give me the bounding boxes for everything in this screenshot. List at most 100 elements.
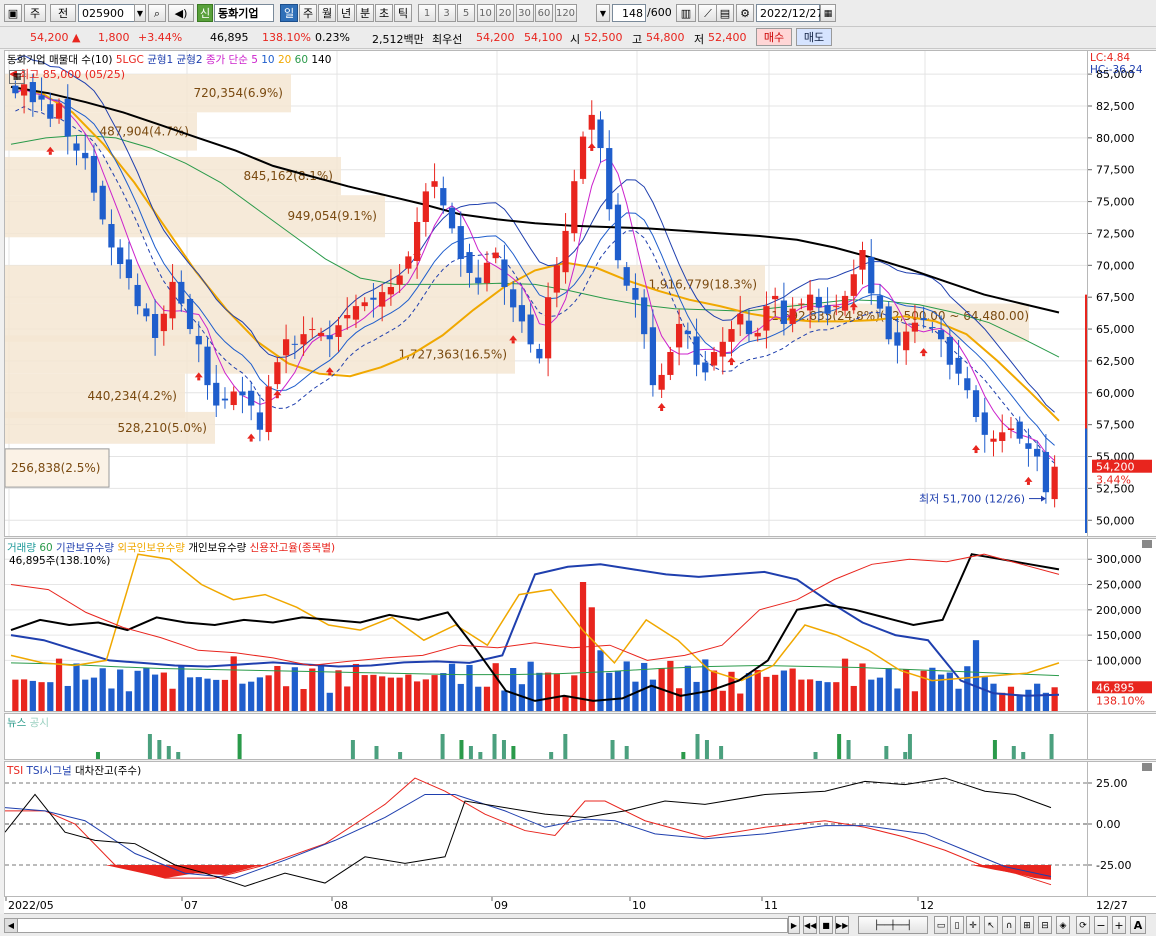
grid-icon[interactable]: ⊞ xyxy=(1020,916,1034,934)
stop-icon[interactable]: ■ xyxy=(819,916,833,934)
candle-body xyxy=(789,308,796,324)
fast-forward-icon[interactable]: ▶▶ xyxy=(835,916,849,934)
bar-count-input[interactable]: 148 xyxy=(612,4,646,22)
rewind-icon[interactable]: ◀◀ xyxy=(803,916,817,934)
candle-body xyxy=(195,335,202,345)
volume-sub-label: 46,895주(138.10%) xyxy=(9,555,111,567)
search-icon[interactable]: ⌕ xyxy=(148,4,166,22)
color-icon[interactable]: ◈ xyxy=(1056,916,1070,934)
period-tab[interactable]: 년 xyxy=(337,4,355,22)
zoom-in-icon[interactable]: + xyxy=(1112,916,1126,934)
range-dropdown-icon[interactable]: ▼ xyxy=(596,4,610,22)
buy-signal-arrow xyxy=(972,445,981,451)
save-icon[interactable]: ▤ xyxy=(716,4,734,22)
range-button[interactable]: 30 xyxy=(515,4,534,22)
font-size-icon[interactable]: A xyxy=(1130,916,1146,934)
scroll-left-arrow-icon[interactable]: ◀ xyxy=(5,919,18,932)
trendline-icon[interactable]: ⟋ xyxy=(698,4,718,22)
volume-bar xyxy=(684,665,691,711)
candle-body xyxy=(571,181,578,234)
code-dropdown-icon[interactable]: ▼ xyxy=(134,4,146,22)
volume-tag-label: 46,895 xyxy=(1096,681,1135,694)
news-marker xyxy=(350,740,355,759)
refresh-icon[interactable]: ⟳ xyxy=(1076,916,1090,934)
range-button[interactable]: 20 xyxy=(496,4,514,22)
sell-button[interactable]: 매도 xyxy=(796,28,832,46)
layout-icon[interactable]: ▭ xyxy=(934,916,948,934)
price-panel-legend-item[interactable]: 동화기업 매물대 수(10) xyxy=(7,54,116,66)
table-toggle-icon[interactable]: ▦ xyxy=(9,70,25,84)
price-tick-label: 57,500 xyxy=(1096,419,1135,432)
company-name: 동화기업 xyxy=(214,4,274,22)
speaker-icon[interactable]: ◀) xyxy=(168,4,194,22)
link-icon[interactable]: ⊟ xyxy=(1038,916,1052,934)
candle-body xyxy=(544,297,552,359)
candle-body xyxy=(239,391,246,396)
range-button[interactable]: 1 xyxy=(418,4,436,22)
price-panel-legend-item[interactable]: 균형2 xyxy=(177,54,206,66)
period-tab[interactable]: 틱 xyxy=(394,4,412,22)
period-tab[interactable]: 주 xyxy=(299,4,317,22)
candle-type-icon[interactable]: ▥ xyxy=(676,4,696,22)
period-tab[interactable]: 일 xyxy=(280,4,298,22)
price-panel-legend-item[interactable]: 60 xyxy=(295,54,312,66)
window-menu-icon[interactable]: ▣ xyxy=(4,4,22,22)
volume-profile-label: 440,234(4.2%) xyxy=(88,389,177,403)
calendar-icon[interactable]: ▦ xyxy=(820,4,836,22)
candle-body xyxy=(204,346,211,386)
gear-icon[interactable]: ⚙ xyxy=(736,4,754,22)
market-kind-select[interactable]: 주 xyxy=(24,4,46,22)
period-tab[interactable]: 초 xyxy=(375,4,393,22)
candle-body xyxy=(64,98,71,137)
tsi-panel-legend-item[interactable]: TSI시그널 xyxy=(27,765,76,777)
date-input[interactable]: 2022/12/27 xyxy=(756,4,823,22)
candle-body xyxy=(457,226,464,259)
range-button[interactable]: 3 xyxy=(437,4,456,22)
split-view-icon[interactable]: ▯ xyxy=(950,916,964,934)
quote-bar: 54,200 ▲ 1,800 +3.44% 46,895 138.10% 0.2… xyxy=(0,27,1156,49)
volume-panel-legend-item[interactable]: 신용잔고율(종목별) xyxy=(250,542,335,554)
range-button[interactable]: 60 xyxy=(535,4,553,22)
volume-bar xyxy=(903,669,910,711)
cursor-icon[interactable]: ↖ xyxy=(984,916,998,934)
price-panel-legend-item[interactable]: 10 xyxy=(261,54,278,66)
panel-settings-icon[interactable] xyxy=(1142,763,1152,771)
volume-profile-label: 528,210(5.0%) xyxy=(118,421,207,435)
price-panel-legend-item[interactable]: 종가 단순 5 xyxy=(206,54,261,66)
range-button[interactable]: 120 xyxy=(554,4,577,22)
volume-bar xyxy=(344,686,351,711)
price-panel: 720,354(6.9%) 487,904(4.7%) 845,162(8.1%) 9… xyxy=(4,50,1088,537)
price-tick-label: 60,000 xyxy=(1096,387,1135,400)
period-tab[interactable]: 월 xyxy=(318,4,336,22)
zoom-out-icon[interactable]: − xyxy=(1094,916,1108,934)
range-button[interactable]: 5 xyxy=(457,4,475,22)
prev-stock-button[interactable]: 전 xyxy=(50,4,76,22)
buy-button[interactable]: 매수 xyxy=(756,28,792,46)
price-chart: 720,354(6.9%) 487,904(4.7%) 845,162(8.1%) 9… xyxy=(5,51,1087,536)
volume-bar xyxy=(754,670,761,711)
price-panel-legend-item[interactable]: 140 xyxy=(311,54,331,66)
volume-panel-legend-item[interactable]: 개인보유수량 xyxy=(188,542,249,554)
crosshair-icon[interactable]: ✛ xyxy=(966,916,980,934)
candle-body xyxy=(903,331,910,351)
range-button[interactable]: 10 xyxy=(476,4,495,22)
magnet-icon[interactable]: ∩ xyxy=(1002,916,1016,934)
buy-signal-stem xyxy=(328,372,332,376)
volume-bar xyxy=(387,677,395,711)
tsi-panel-legend-item[interactable]: 대차잔고(주수) xyxy=(75,765,141,777)
news-panel-legend-item[interactable]: 공시 xyxy=(30,717,49,729)
volume-panel-legend-item[interactable]: 외국인보유수량 xyxy=(117,542,188,554)
price-panel-legend-item[interactable]: 20 xyxy=(278,54,295,66)
scroll-right-arrow-icon[interactable]: ▶ xyxy=(788,916,800,934)
price-panel-legend-item[interactable]: 균형1 xyxy=(147,54,176,66)
tsi-panel-legend-item[interactable]: TSI xyxy=(7,765,27,777)
tsi-panel: TSI TSI시그널 대차잔고(주수) xyxy=(4,761,1088,897)
volume-bar xyxy=(780,670,788,711)
zoom-slider[interactable]: ├──┼──┤ xyxy=(858,916,928,934)
scroll-track[interactable]: ◀ xyxy=(4,918,788,933)
price-panel-legend-item[interactable]: 5LGC xyxy=(116,54,147,66)
buy-signal-arrow xyxy=(587,142,596,148)
news-panel-legend-item[interactable]: 뉴스 xyxy=(7,717,30,729)
period-tab[interactable]: 분 xyxy=(356,4,374,22)
panel-settings-icon[interactable] xyxy=(1142,540,1152,548)
